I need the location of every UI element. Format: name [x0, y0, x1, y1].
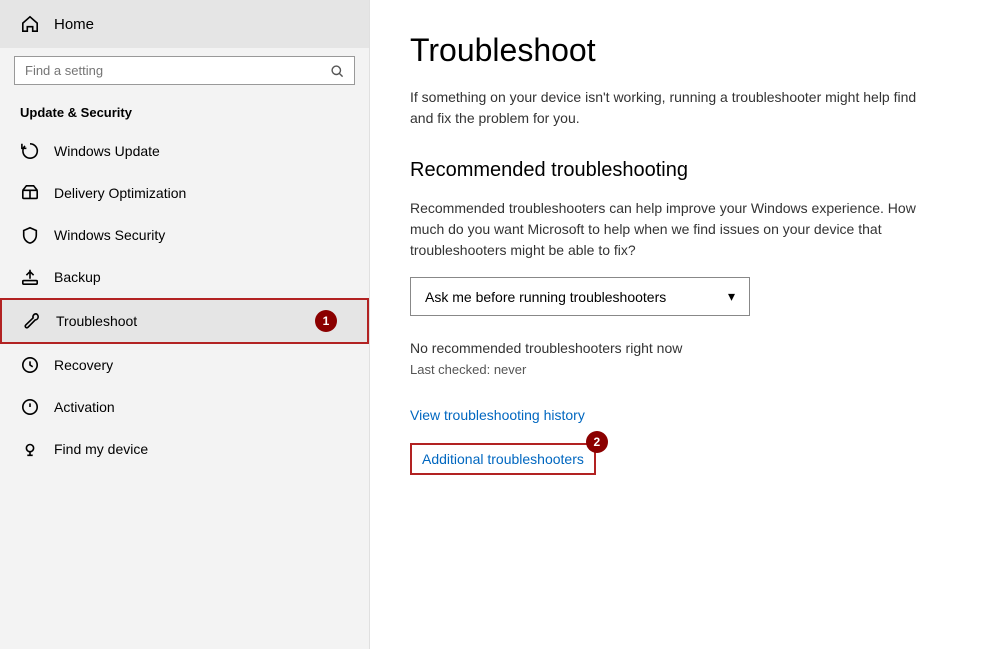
sidebar-item-backup[interactable]: Backup [0, 256, 369, 298]
additional-troubleshooters-container: Additional troubleshooters 2 [410, 443, 596, 475]
search-icon [330, 64, 344, 78]
sidebar-section-title: Update & Security [0, 101, 369, 130]
home-icon [20, 14, 40, 34]
sidebar-item-label: Windows Update [54, 143, 160, 159]
last-checked-text: Last checked: never [410, 362, 957, 377]
wrench-icon [22, 311, 42, 331]
update-icon [20, 141, 40, 161]
troubleshoot-dropdown-container: Ask me before running troubleshooters ▾ [410, 277, 957, 316]
sidebar: Home Update & Security Windows Update [0, 0, 370, 649]
sidebar-item-label: Activation [54, 399, 115, 415]
activation-icon [20, 397, 40, 417]
dropdown-value: Ask me before running troubleshooters [425, 289, 666, 305]
recommended-section-title: Recommended troubleshooting [410, 159, 957, 182]
recovery-icon [20, 355, 40, 375]
sidebar-item-recovery[interactable]: Recovery [0, 344, 369, 386]
search-input[interactable] [25, 63, 322, 78]
sidebar-item-activation[interactable]: Activation [0, 386, 369, 428]
sidebar-item-delivery-optimization[interactable]: Delivery Optimization [0, 172, 369, 214]
page-description: If something on your device isn't workin… [410, 87, 930, 129]
sidebar-item-label: Windows Security [54, 227, 165, 243]
shield-icon [20, 225, 40, 245]
main-content: Troubleshoot If something on your device… [370, 0, 997, 649]
sidebar-item-label: Recovery [54, 357, 113, 373]
find-icon [20, 439, 40, 459]
troubleshoot-dropdown[interactable]: Ask me before running troubleshooters ▾ [410, 277, 750, 316]
no-troubleshooters-text: No recommended troubleshooters right now [410, 340, 957, 356]
search-box[interactable] [14, 56, 355, 85]
sidebar-item-troubleshoot[interactable]: Troubleshoot 1 [0, 298, 369, 344]
sidebar-item-home[interactable]: Home [0, 0, 369, 48]
home-label: Home [54, 16, 94, 33]
sidebar-item-label: Backup [54, 269, 101, 285]
backup-icon [20, 267, 40, 287]
recommended-description: Recommended troubleshooters can help imp… [410, 198, 930, 261]
delivery-icon [20, 183, 40, 203]
sidebar-item-windows-security[interactable]: Windows Security [0, 214, 369, 256]
troubleshoot-badge: 1 [315, 310, 337, 332]
page-title: Troubleshoot [410, 32, 957, 69]
sidebar-item-windows-update[interactable]: Windows Update [0, 130, 369, 172]
additional-troubleshooters-badge: 2 [586, 431, 608, 453]
sidebar-item-find-my-device[interactable]: Find my device [0, 428, 369, 470]
sidebar-item-label: Delivery Optimization [54, 185, 186, 201]
view-history-link[interactable]: View troubleshooting history [410, 407, 957, 423]
sidebar-item-label: Troubleshoot [56, 313, 137, 329]
chevron-down-icon: ▾ [728, 288, 735, 305]
sidebar-item-label: Find my device [54, 441, 148, 457]
additional-troubleshooters-link[interactable]: Additional troubleshooters [410, 443, 596, 475]
